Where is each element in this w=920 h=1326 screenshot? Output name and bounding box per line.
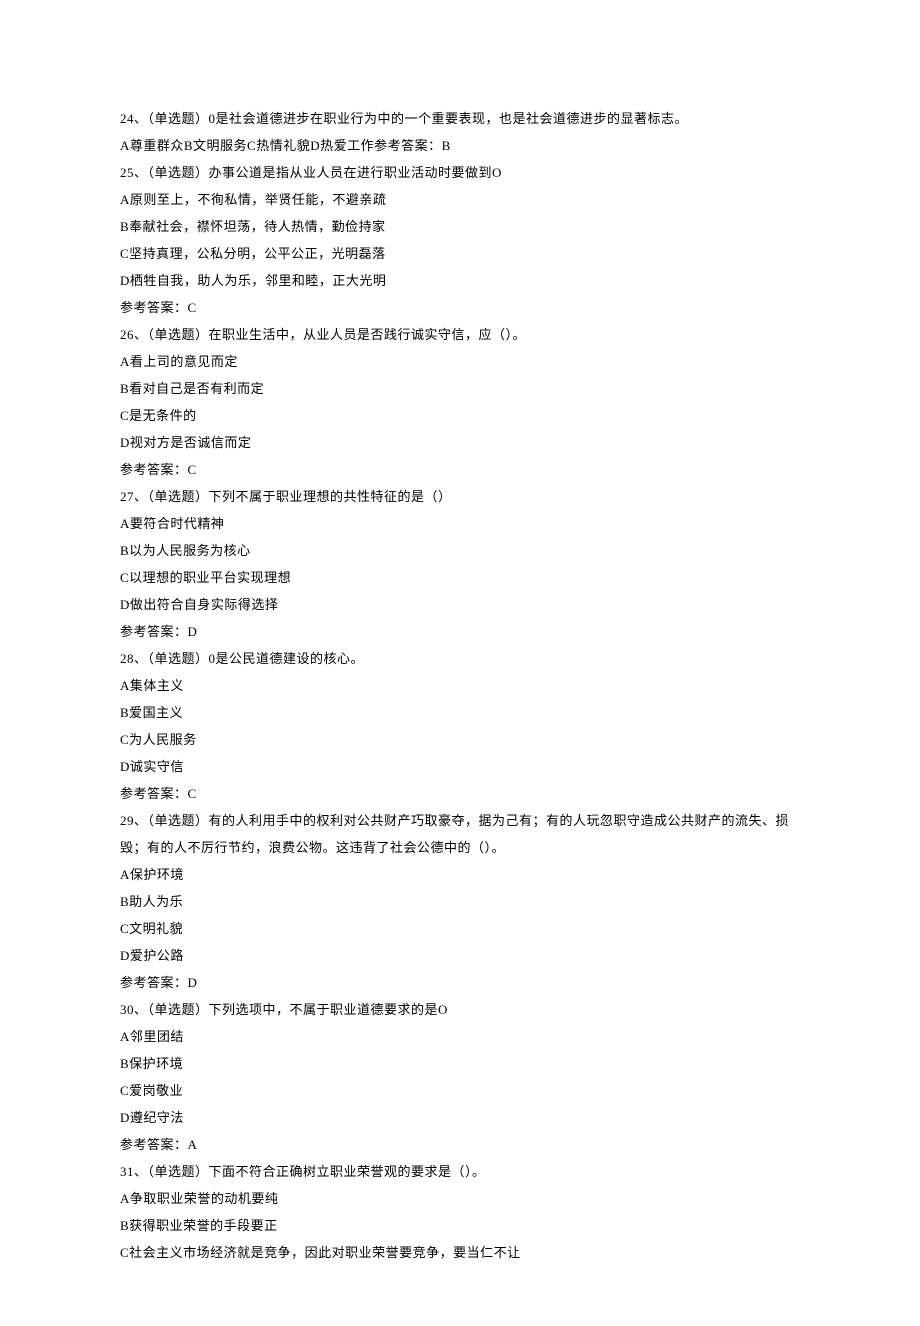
q28-option-a: A集体主义 xyxy=(120,672,800,699)
q30-option-b: B保护环境 xyxy=(120,1050,800,1077)
q29-option-a: A保护环境 xyxy=(120,861,800,888)
q25-answer: 参考答案：C xyxy=(120,294,800,321)
q26-stem: 26、（单选题）在职业生活中，从业人员是否践行诚实守信，应（）。 xyxy=(120,321,800,348)
q30-option-c: C爱岗敬业 xyxy=(120,1077,800,1104)
q26-answer: 参考答案：C xyxy=(120,456,800,483)
q30-stem: 30、（单选题）下列选项中，不属于职业道德要求的是O xyxy=(120,996,800,1023)
q25-option-b: B奉献社会，襟怀坦荡，待人热情，勤俭持家 xyxy=(120,213,800,240)
q25-option-a: A原则至上，不徇私情，举贤任能，不避亲疏 xyxy=(120,186,800,213)
q28-stem: 28、（单选题）0是公民道德建设的核心。 xyxy=(120,645,800,672)
q27-stem: 27、（单选题）下列不属于职业理想的共性特征的是（） xyxy=(120,483,800,510)
q27-answer: 参考答案：D xyxy=(120,618,800,645)
q31-option-c: C社会主义市场经济就是竞争，因此对职业荣誉要竞争，要当仁不让 xyxy=(120,1239,800,1266)
q29-stem: 29、（单选题）有的人利用手中的权利对公共财产巧取豪夺，据为己有；有的人玩忽职守… xyxy=(120,807,800,861)
q30-answer: 参考答案：A xyxy=(120,1131,800,1158)
q25-stem: 25、（单选题）办事公道是指从业人员在进行职业活动时要做到O xyxy=(120,159,800,186)
q29-option-d: D爱护公路 xyxy=(120,942,800,969)
q31-option-b: B获得职业荣誉的手段要正 xyxy=(120,1212,800,1239)
q29-answer: 参考答案：D xyxy=(120,969,800,996)
q26-option-a: A看上司的意见而定 xyxy=(120,348,800,375)
q30-option-d: D遵纪守法 xyxy=(120,1104,800,1131)
q31-option-a: A争取职业荣誉的动机要纯 xyxy=(120,1185,800,1212)
q27-option-d: D做出符合自身实际得选择 xyxy=(120,591,800,618)
q29-option-b: B助人为乐 xyxy=(120,888,800,915)
q24-stem: 24、（单选题）0是社会道德进步在职业行为中的一个重要表现，也是社会道德进步的显… xyxy=(120,105,800,132)
q26-option-c: C是无条件的 xyxy=(120,402,800,429)
q27-option-c: C以理想的职业平台实现理想 xyxy=(120,564,800,591)
q25-option-c: C坚持真理，公私分明，公平公正，光明磊落 xyxy=(120,240,800,267)
q25-option-d: D栖牲自我，助人为乐，邻里和睦，正大光明 xyxy=(120,267,800,294)
q31-stem: 31、（单选题）下面不符合正确树立职业荣誉观的要求是（）。 xyxy=(120,1158,800,1185)
q28-option-d: D诚实守信 xyxy=(120,753,800,780)
q27-option-a: A要符合时代精神 xyxy=(120,510,800,537)
q28-option-b: B爱国主义 xyxy=(120,699,800,726)
q27-option-b: B以为人民服务为核心 xyxy=(120,537,800,564)
q29-option-c: C文明礼貌 xyxy=(120,915,800,942)
q28-answer: 参考答案：C xyxy=(120,780,800,807)
q26-option-d: D视对方是否诚信而定 xyxy=(120,429,800,456)
q26-option-b: B看对自己是否有利而定 xyxy=(120,375,800,402)
q28-option-c: C为人民服务 xyxy=(120,726,800,753)
q24-options-answer: A尊重群众B文明服务C热情礼貌D热爱工作参考答案：B xyxy=(120,132,800,159)
q30-option-a: A邻里团结 xyxy=(120,1023,800,1050)
